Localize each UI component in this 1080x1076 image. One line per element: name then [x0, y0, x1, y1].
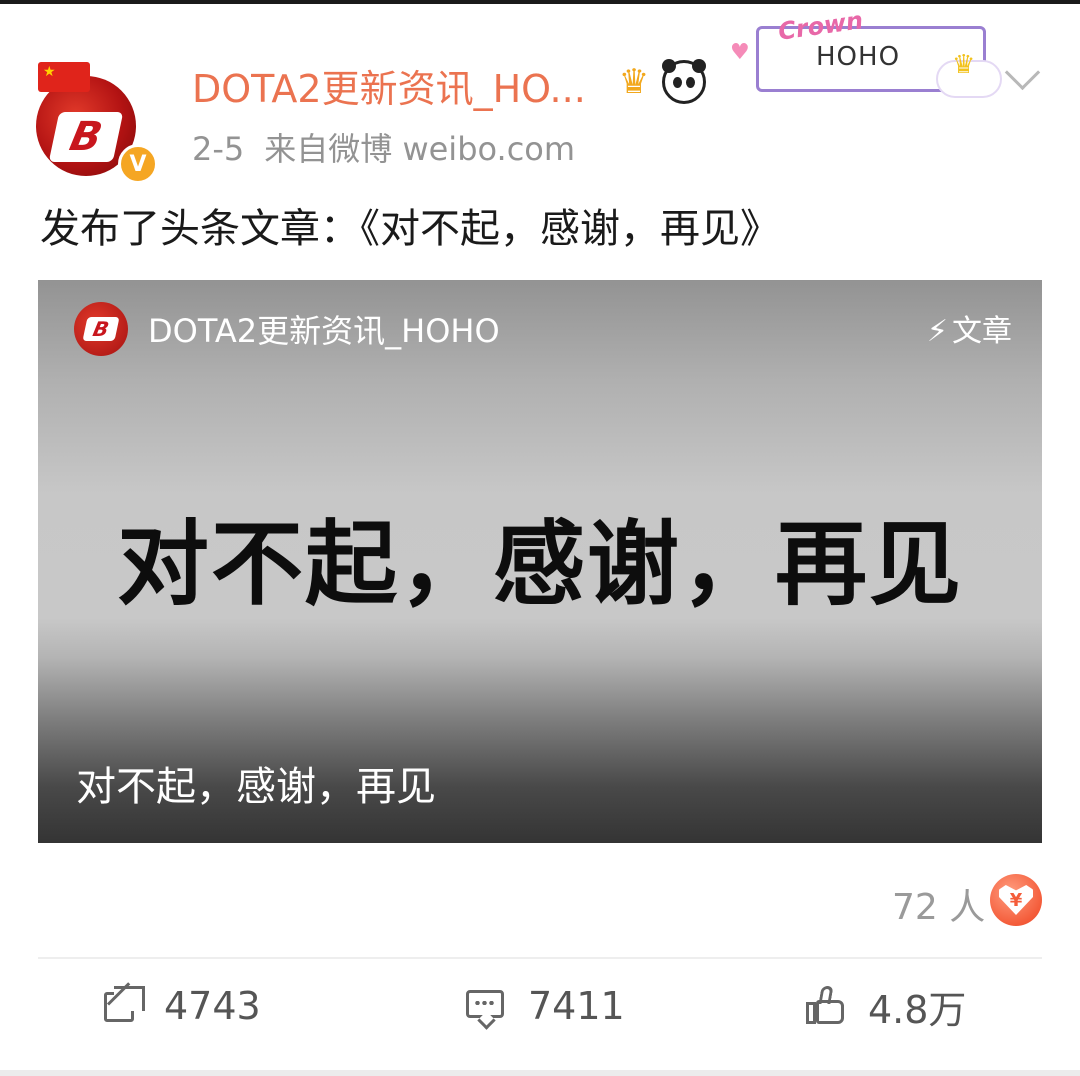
- card-author-avatar: B: [74, 302, 128, 356]
- verified-badge-icon: V: [118, 144, 158, 184]
- flag-icon: ★: [38, 62, 90, 92]
- post-date: 2-5: [192, 130, 245, 168]
- reward-count[interactable]: 72 人: [892, 878, 985, 930]
- divider: [38, 957, 1042, 959]
- author-name[interactable]: DOTA2更新资讯_HO...: [192, 58, 586, 113]
- crown-card-decoration: ♥ Crown HOHO ♛: [730, 6, 1002, 98]
- chevron-down-icon[interactable]: [1004, 54, 1041, 91]
- post-text: 发布了头条文章：《对不起，感谢，再见》: [40, 206, 780, 252]
- panda-badge-icon[interactable]: [662, 59, 706, 104]
- like-button[interactable]: 4.8万: [806, 980, 966, 1032]
- reward-glyph: ¥: [999, 885, 1033, 915]
- share-button[interactable]: 4743: [102, 980, 261, 1032]
- like-count: 4.8万: [868, 987, 967, 1032]
- comment-count: 7411: [528, 984, 625, 1028]
- card-type-text: 文章: [952, 314, 1012, 349]
- card-author-name: DOTA2更新资讯_HOHO: [148, 312, 500, 350]
- crown-badge-icon[interactable]: ♛: [614, 64, 654, 100]
- decoration-name: HOHO: [816, 42, 901, 72]
- top-border: [0, 0, 1080, 4]
- crown-icon: ♛: [952, 50, 976, 80]
- avatar-logo: B: [48, 112, 124, 162]
- post-meta: 2-5 来自微博 weibo.com: [192, 124, 595, 170]
- lightning-icon: ⚡: [926, 314, 948, 349]
- share-count: 4743: [164, 984, 261, 1028]
- card-headline: 对不起，感谢，再见: [116, 511, 963, 618]
- comment-button[interactable]: 7411: [466, 980, 625, 1032]
- author-avatar[interactable]: B ★ V: [36, 62, 158, 184]
- reward-heart-icon[interactable]: ¥: [990, 874, 1042, 926]
- bottom-border: [0, 1070, 1080, 1076]
- comment-icon: [466, 986, 506, 1030]
- card-caption: 对不起，感谢，再见: [76, 764, 436, 810]
- share-icon: [102, 986, 145, 1026]
- card-type-label: ⚡ 文章: [927, 306, 1012, 350]
- thumbs-up-icon: [806, 986, 846, 1026]
- article-card[interactable]: B DOTA2更新资讯_HOHO ⚡ 文章 对不起，感谢，再见 对不起，感谢，再见: [38, 280, 1042, 843]
- heart-icon: ♥: [730, 40, 750, 65]
- post-source: 来自微博 weibo.com: [264, 130, 576, 168]
